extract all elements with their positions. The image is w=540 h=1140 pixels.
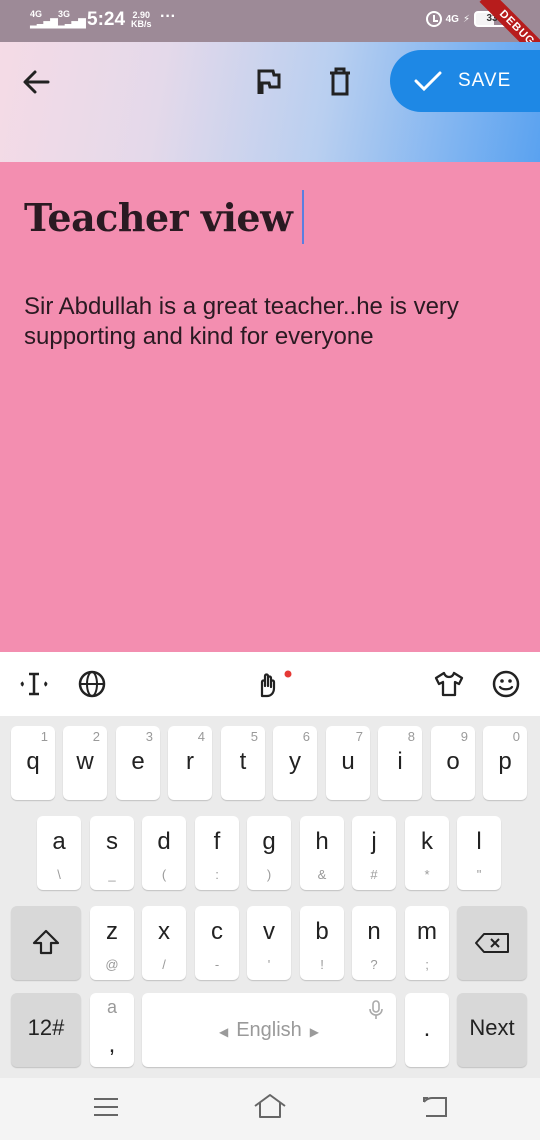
shift-key[interactable] <box>11 906 81 980</box>
key-y[interactable]: 6y <box>273 726 317 800</box>
save-button[interactable]: SAVE <box>390 50 540 112</box>
key-t[interactable]: 5t <box>221 726 265 800</box>
key-b[interactable]: b! <box>300 906 344 980</box>
status-bar: 4G ▂▃▅▇ 3G ▂▃▅▇ 5:24 2.90 KB/s ··· 4G ⚡ 33 … <box>0 0 540 66</box>
trash-icon <box>330 67 350 96</box>
key-l[interactable]: l " <box>457 816 501 890</box>
note-title[interactable]: Teacher view <box>24 195 293 240</box>
app-bar: SAVE <box>0 42 540 162</box>
microphone-icon <box>369 1000 383 1019</box>
home-icon <box>254 1094 286 1118</box>
menu-icon <box>94 1098 118 1116</box>
key-i[interactable]: 8i <box>378 726 422 800</box>
key-c[interactable]: c- <box>195 906 239 980</box>
keyboard-toolbar <box>0 652 540 716</box>
shirt-icon[interactable] <box>432 668 466 700</box>
signal-3g: 3G ▂▃▅▇ <box>58 9 86 29</box>
keyboard: 1q 2w 3e 4r 5t 6y 7u 8i 9o 0p a \ s _ d( f… <box>0 716 540 1078</box>
note-editor: Teacher view Sir Abdullah is a great tea… <box>0 162 540 652</box>
key-s[interactable]: s _ <box>90 816 134 890</box>
key-e[interactable]: 3e <box>116 726 160 800</box>
home-nav-button[interactable] <box>252 1092 288 1125</box>
text-cursor-icon[interactable] <box>18 668 50 700</box>
backspace-key[interactable] <box>457 906 527 980</box>
key-x[interactable]: x / <box>142 906 186 980</box>
title-field[interactable]: Teacher view <box>24 190 305 244</box>
key-a[interactable]: a \ <box>37 816 81 890</box>
key-z[interactable]: z @ <box>90 906 134 980</box>
shift-icon <box>32 929 60 955</box>
key-o[interactable]: 9o <box>431 726 475 800</box>
key-q[interactable]: 1q <box>11 726 55 800</box>
check-icon <box>414 71 442 92</box>
space-key[interactable]: ◀ English ▶ <box>142 993 396 1067</box>
hand-gesture-icon[interactable] <box>254 668 294 700</box>
symbols-key[interactable]: 12# <box>11 993 81 1067</box>
delete-button[interactable] <box>320 62 360 102</box>
text-cursor <box>302 190 305 244</box>
key-m[interactable]: m; <box>405 906 449 980</box>
key-j[interactable]: j # <box>352 816 396 890</box>
key-u[interactable]: 7u <box>326 726 370 800</box>
key-v[interactable]: v ' <box>247 906 291 980</box>
status-time: 5:24 <box>87 9 126 30</box>
key-f[interactable]: f: <box>195 816 239 890</box>
navigation-bar <box>0 1078 540 1140</box>
next-key[interactable]: Next <box>457 993 527 1067</box>
key-g[interactable]: g) <box>247 816 291 890</box>
more-notifications: ··· <box>160 8 176 25</box>
back-nav-button[interactable] <box>420 1094 450 1125</box>
network-type: 4G <box>445 13 459 25</box>
smiley-icon[interactable] <box>490 668 522 700</box>
comma-key[interactable]: a , <box>90 993 134 1067</box>
key-r[interactable]: 4r <box>168 726 212 800</box>
key-d[interactable]: d( <box>142 816 186 890</box>
menu-nav-button[interactable] <box>92 1096 120 1123</box>
key-h[interactable]: h & <box>300 816 344 890</box>
key-w[interactable]: 2w <box>63 726 107 800</box>
charging-icon: ⚡ <box>462 13 470 25</box>
network-speed: 2.90 KB/s <box>131 10 152 29</box>
back-nav-icon <box>423 1097 447 1117</box>
key-n[interactable]: n? <box>352 906 396 980</box>
back-button[interactable] <box>16 62 56 102</box>
flag-icon <box>257 69 281 94</box>
alarm-icon <box>425 11 442 27</box>
note-body[interactable]: Sir Abdullah is a great teacher..he is v… <box>24 292 524 352</box>
arrow-left-icon <box>23 70 50 94</box>
key-p[interactable]: 0p <box>483 726 527 800</box>
backspace-icon <box>475 933 509 953</box>
period-key[interactable]: . <box>405 993 449 1067</box>
save-label: SAVE <box>458 70 512 91</box>
flag-button[interactable] <box>248 62 288 102</box>
globe-icon[interactable] <box>76 668 108 700</box>
key-k[interactable]: k * <box>405 816 449 890</box>
signal-4g: 4G ▂▃▅▇ <box>30 9 58 29</box>
